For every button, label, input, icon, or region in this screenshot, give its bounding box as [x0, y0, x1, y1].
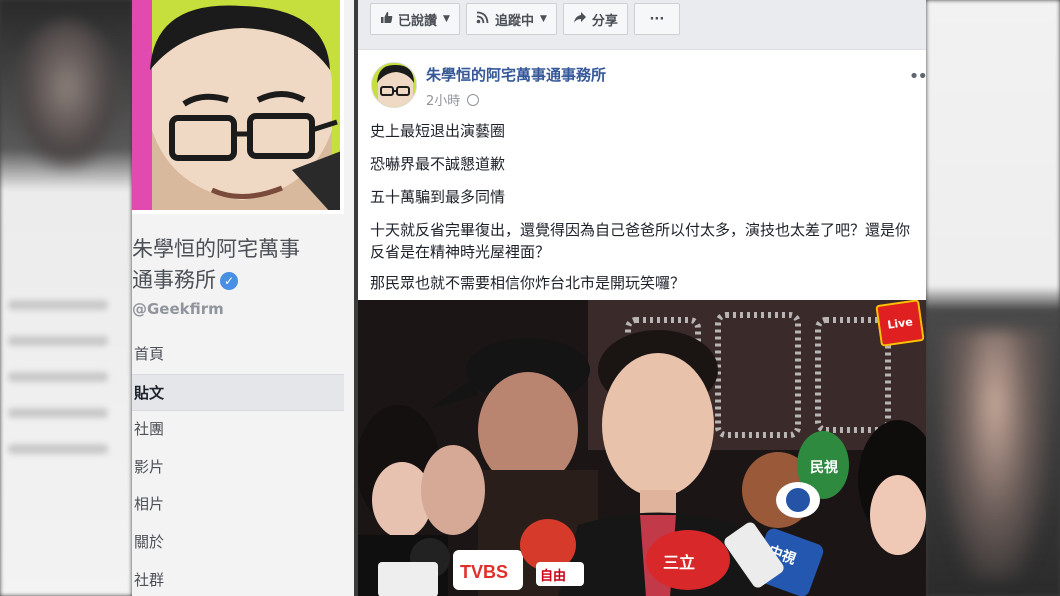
- verified-badge-icon: ✓: [220, 272, 238, 290]
- share-arrow-icon: [573, 11, 587, 28]
- blurred-face-background: [12, 20, 122, 170]
- post-author-link[interactable]: 朱學恒的阿宅萬事通事務所: [426, 64, 606, 85]
- page-nav: 首頁 貼文 社團 影片 相片 關於 社群: [132, 336, 344, 596]
- post-line: 史上最短退出演藝圈: [370, 122, 506, 140]
- main-column: 已說讚 ▼ 追蹤中 ▼ 分享 ··· 朱學恒的阿宅萬事通事務所 2小時 •• 史…: [358, 0, 928, 596]
- nav-item-about[interactable]: 關於: [132, 524, 344, 562]
- chevron-down-icon: ▼: [539, 14, 547, 24]
- post-photo[interactable]: TVBS 自由 三立 民視 中視 Live: [358, 300, 926, 596]
- nav-item-groups[interactable]: 社團: [132, 411, 344, 449]
- more-options-button[interactable]: ···: [633, 3, 680, 35]
- chevron-down-icon: ▼: [443, 14, 450, 24]
- post-body: 史上最短退出演藝圈 恐嚇界最不誠懇道歉 五十萬騙到最多同情 十天就反省完畢復出，…: [370, 120, 920, 305]
- thumbs-up-icon: [380, 11, 393, 28]
- nav-item-posts[interactable]: 貼文: [132, 373, 344, 412]
- svg-text:TVBS: TVBS: [460, 562, 508, 582]
- live-badge-icon: Live: [875, 300, 925, 347]
- svg-text:民視: 民視: [810, 459, 838, 476]
- rss-icon: [476, 11, 490, 28]
- page-name[interactable]: 朱學恒的阿宅萬事 通事務所 ✓: [132, 234, 347, 296]
- liked-label: 已說讚: [398, 13, 438, 29]
- liked-button[interactable]: 已說讚 ▼: [370, 3, 460, 35]
- share-label: 分享: [591, 13, 618, 29]
- post-options-icon[interactable]: ••: [909, 66, 928, 87]
- nav-item-photos[interactable]: 相片: [132, 486, 344, 524]
- post-meta: 2小時: [426, 90, 480, 109]
- page-sidebar: 朱學恒的阿宅萬事 通事務所 ✓ @Geekfirm 首頁 貼文 社團 影片 相片 …: [132, 0, 354, 596]
- svg-text:自由: 自由: [540, 568, 566, 584]
- page-handle[interactable]: @Geekfirm: [132, 300, 224, 318]
- profile-picture[interactable]: [132, 0, 344, 214]
- following-label: 追蹤中: [494, 13, 534, 29]
- following-button[interactable]: 追蹤中 ▼: [465, 3, 557, 35]
- globe-icon: [467, 94, 480, 106]
- blurred-text-background: [8, 300, 108, 480]
- post-card: 朱學恒的阿宅萬事通事務所 2小時 •• 史上最短退出演藝圈 恐嚇界最不誠懇道歉 …: [358, 49, 928, 596]
- post-line: 十天就反省完畢復出，還覺得因為自己爸爸所以付太多，演技也太差了吧？還是你反省是在…: [370, 221, 911, 261]
- nav-item-videos[interactable]: 影片: [132, 449, 344, 487]
- svg-text:三立: 三立: [663, 553, 695, 572]
- page-action-bar: 已說讚 ▼ 追蹤中 ▼ 分享 ···: [370, 3, 680, 35]
- more-dots-icon: ···: [649, 11, 665, 27]
- page-name-line-1: 朱學恒的阿宅萬事: [132, 237, 300, 261]
- share-button[interactable]: 分享: [562, 3, 628, 35]
- nav-item-home[interactable]: 首頁: [132, 336, 344, 374]
- nav-item-community[interactable]: 社群: [132, 562, 344, 596]
- post-line: 五十萬騙到最多同情: [370, 188, 506, 206]
- post-line: 恐嚇界最不誠懇道歉: [370, 155, 506, 173]
- post-timestamp[interactable]: 2小時: [426, 94, 460, 109]
- page-name-line-2: 通事務所: [132, 268, 216, 292]
- author-avatar[interactable]: [371, 62, 417, 108]
- post-line: 那民眾也就不需要相信你炸台北市是開玩笑囉？: [370, 274, 686, 292]
- blurred-person-background: [940, 330, 1050, 580]
